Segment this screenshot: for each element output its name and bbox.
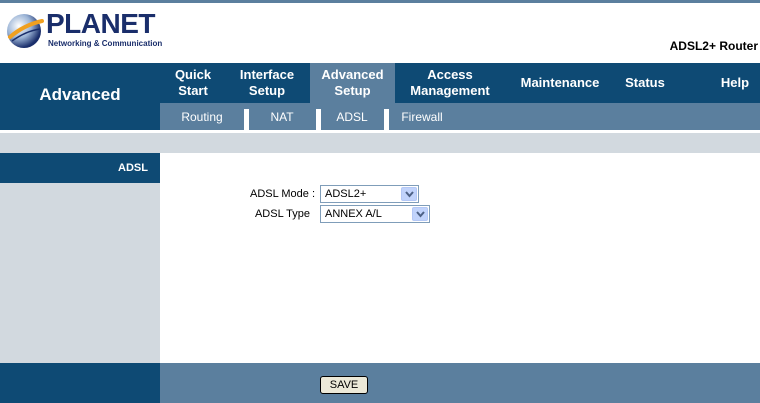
adsl-mode-select[interactable]: ADSL2+ — [320, 185, 419, 203]
brand-name: PLANET — [46, 8, 156, 39]
menu-quick-start[interactable]: Quick Start — [160, 63, 226, 103]
section-panel: Advanced — [0, 63, 160, 130]
adsl-mode-label: ADSL Mode : — [249, 188, 315, 200]
divider-band — [0, 133, 760, 153]
menu-help[interactable]: Help — [710, 63, 760, 103]
footer-left — [0, 363, 160, 403]
menu-label-line2: Setup — [248, 83, 286, 98]
menu-maintenance[interactable]: Maintenance — [508, 63, 612, 103]
menu-label-line1: Access — [427, 67, 473, 82]
submenu-divider — [384, 109, 389, 130]
sidebar: ADSL — [0, 153, 160, 363]
header: PLANET Networking & Communication ADSL2+… — [0, 3, 760, 57]
submenu-divider — [244, 109, 249, 130]
menu-label-line2: Management — [410, 83, 490, 98]
menu-label: Status — [625, 75, 665, 90]
menu-label: Help — [720, 75, 750, 90]
globe-icon — [7, 14, 44, 48]
menu-label-line1: Interface — [239, 67, 295, 82]
chevron-down-icon — [401, 187, 417, 201]
submenu-firewall[interactable]: Firewall — [392, 103, 452, 130]
footer-bar: SAVE — [160, 363, 760, 403]
menu-status[interactable]: Status — [615, 63, 675, 103]
submenu-nat[interactable]: NAT — [252, 103, 312, 130]
menu-advanced-setup[interactable]: Advanced Setup — [310, 63, 395, 103]
submenu-divider — [316, 109, 321, 130]
section-title: Advanced — [39, 85, 121, 104]
menu-label-line1: Quick — [174, 67, 212, 82]
menu-label-line2: Start — [178, 83, 208, 98]
menu-label-line1: Advanced — [321, 67, 384, 82]
chevron-down-icon — [412, 207, 428, 221]
submenu-adsl[interactable]: ADSL — [324, 103, 380, 130]
save-button[interactable]: SAVE — [320, 376, 368, 394]
menu-interface-setup[interactable]: Interface Setup — [230, 63, 304, 103]
menu-access-management[interactable]: Access Management — [400, 63, 500, 103]
submenu-bar: Routing NAT ADSL Firewall — [160, 103, 760, 130]
adsl-type-value: ANNEX A/L — [325, 208, 382, 220]
adsl-type-label: ADSL Type — [254, 208, 310, 220]
adsl-mode-row: ADSL Mode : ADSL2+ — [160, 185, 760, 205]
menu-label-line2: Setup — [334, 83, 371, 98]
settings-form: ADSL Mode : ADSL2+ ADSL Type ANNEX A/L — [160, 153, 760, 363]
menu-label: Maintenance — [520, 75, 600, 90]
adsl-type-select[interactable]: ANNEX A/L — [320, 205, 430, 223]
brand-tagline: Networking & Communication — [48, 39, 163, 48]
adsl-mode-value: ADSL2+ — [325, 188, 367, 200]
submenu-routing[interactable]: Routing — [164, 103, 240, 130]
sidebar-heading: ADSL — [0, 153, 160, 183]
main-menu: Quick Start Interface Setup Advanced Setup … — [160, 63, 760, 103]
sidebar-heading-label: ADSL — [118, 162, 148, 174]
planet-logo: PLANET Networking & Communication — [4, 8, 164, 53]
adsl-type-row: ADSL Type ANNEX A/L — [160, 205, 760, 225]
product-name: ADSL2+ Router — [669, 39, 758, 53]
